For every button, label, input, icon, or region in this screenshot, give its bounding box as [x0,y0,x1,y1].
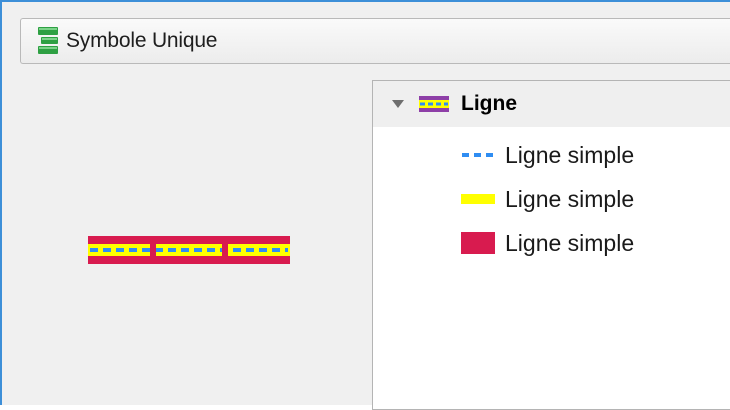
symbol-layers-tree[interactable]: Ligne Ligne simple Ligne simple Ligne si… [372,80,730,410]
tree-item-layer[interactable]: Ligne simple [373,133,730,177]
tree-item-layer[interactable]: Ligne simple [373,177,730,221]
crimson-line-icon [461,232,495,254]
layer-label: Ligne simple [505,141,635,168]
layered-line-icon [419,96,449,112]
tree-item-root-symbol[interactable]: Ligne [373,81,730,127]
layer-label: Ligne simple [505,185,635,212]
expand-arrow-icon[interactable] [391,99,405,109]
tree-item-layer[interactable]: Ligne simple [373,221,730,265]
root-symbol-label: Ligne [461,92,517,115]
dashed-line-icon [462,153,494,157]
yellow-line-icon [461,194,495,204]
renderer-type-label: Symbole Unique [66,29,218,52]
layer-label: Ligne simple [505,229,635,256]
line-symbol-preview [88,236,290,264]
single-symbol-renderer-icon [38,27,58,54]
symbol-preview-area [18,80,372,405]
renderer-type-select[interactable]: Symbole Unique [20,18,730,64]
